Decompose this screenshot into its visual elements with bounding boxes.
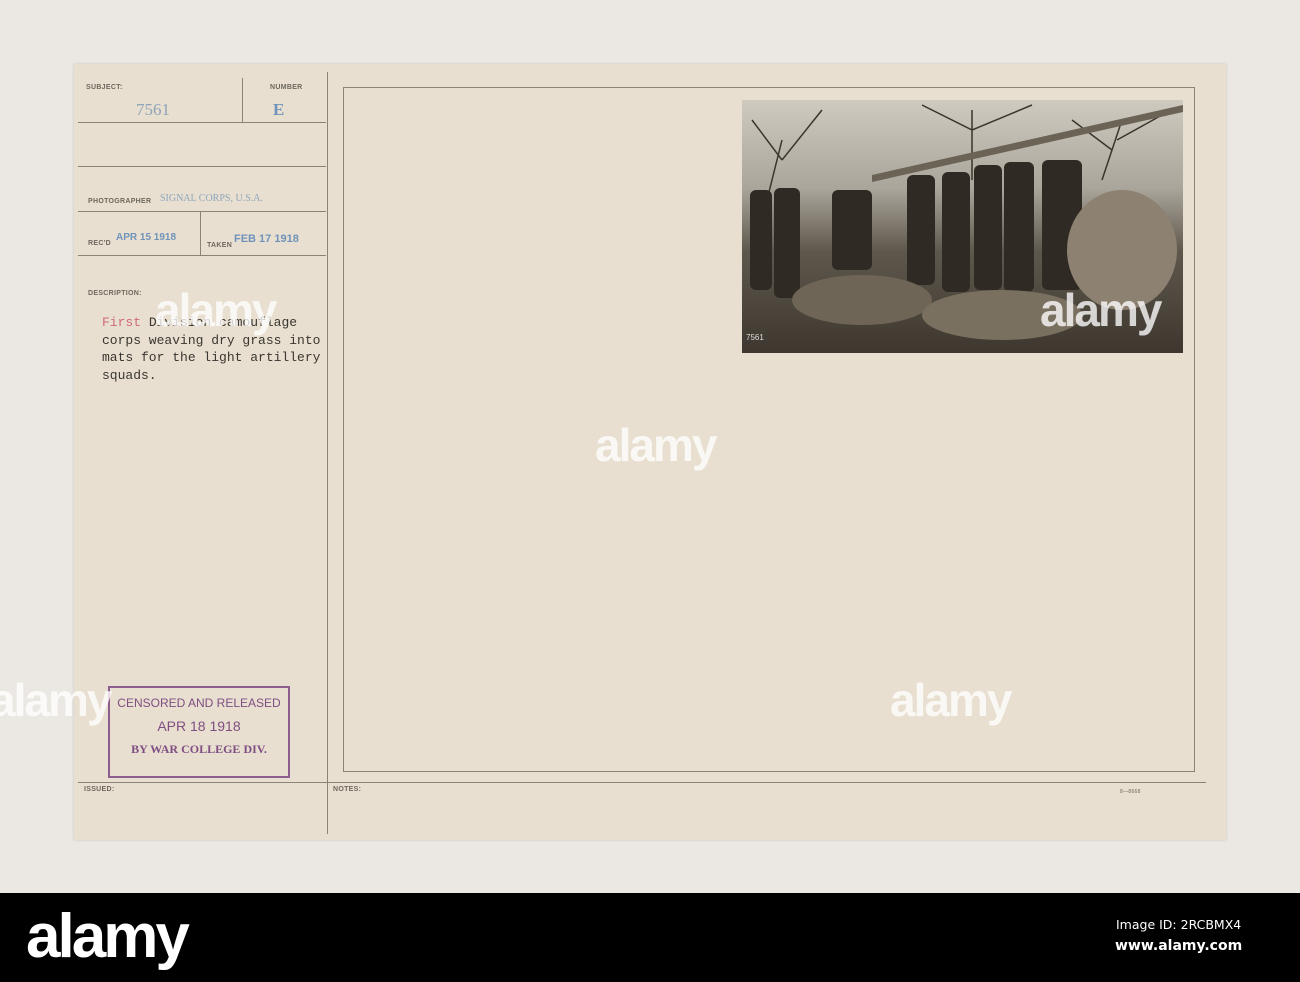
divider [327, 72, 328, 834]
watermark: alamy [595, 419, 717, 471]
description-label: DESCRIPTION: [88, 290, 142, 297]
watermark: alamy [1040, 284, 1162, 336]
form-number: 8—8668 [1120, 789, 1141, 795]
stamp-date: APR 18 1918 [157, 718, 241, 734]
notes-label: NOTES: [333, 786, 362, 793]
divider [78, 166, 326, 167]
taken-value: FEB 17 1918 [234, 233, 299, 245]
watermark: alamy [890, 674, 1012, 726]
description-first-word: First [102, 315, 142, 330]
photographer-value: SIGNAL CORPS, U.S.A. [160, 193, 263, 204]
photo-number: 7561 [746, 333, 764, 342]
number-value: E [273, 100, 285, 119]
taken-label: TAKEN [207, 242, 233, 249]
recd-label: REC'D [88, 240, 111, 247]
subject-value: 7561 [136, 100, 170, 119]
footer-bar: alamy Image ID: 2RCBMX4 www.alamy.com [0, 893, 1300, 982]
divider [78, 211, 326, 212]
stamp-line3: BY WAR COLLEGE DIV. [131, 742, 267, 756]
divider [78, 255, 326, 256]
number-label: NUMBER [270, 84, 303, 91]
photographer-label: PHOTOGRAPHER [88, 198, 152, 205]
divider [242, 78, 243, 122]
alamy-logo: alamy [26, 902, 190, 971]
divider [78, 782, 1206, 783]
recd-value: APR 15 1918 [116, 232, 177, 243]
subject-label: SUBJECT: [86, 84, 123, 91]
divider [200, 211, 201, 255]
issued-label: ISSUED: [84, 786, 115, 793]
censor-stamp: CENSORED AND RELEASED APR 18 1918 BY WAR… [108, 686, 290, 778]
stamp-line1: CENSORED AND RELEASED [117, 696, 281, 710]
divider [78, 122, 326, 123]
watermark: alamy [155, 284, 277, 336]
alamy-url[interactable]: www.alamy.com [1115, 938, 1242, 954]
watermark: alamy [0, 674, 112, 726]
image-id: Image ID: 2RCBMX4 [1116, 917, 1242, 932]
